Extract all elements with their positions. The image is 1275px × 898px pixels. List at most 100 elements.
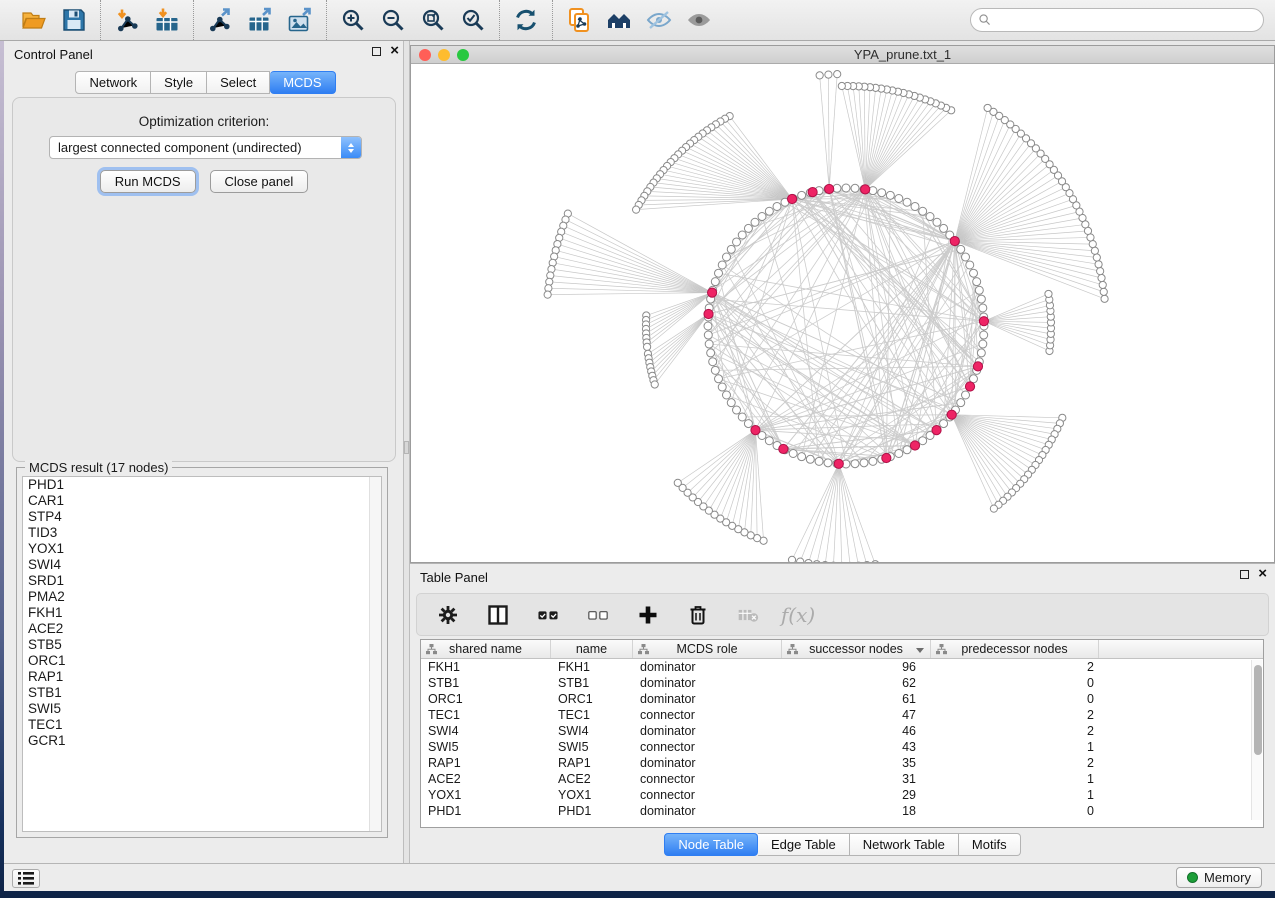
network-graph[interactable]	[411, 64, 1274, 562]
zoom-fit-button[interactable]	[413, 3, 453, 37]
zoom-in-button[interactable]	[333, 3, 373, 37]
network-window-titlebar[interactable]: YPA_prune.txt_1	[411, 46, 1274, 64]
table-row[interactable]: RAP1RAP1dominator352	[421, 755, 1263, 771]
mcds-result-group: MCDS result (17 nodes) PHD1CAR1STP4TID3Y…	[16, 467, 388, 838]
save-session-button[interactable]	[54, 3, 94, 37]
memory-button[interactable]: Memory	[1176, 867, 1262, 888]
mcds-result-item[interactable]: ACE2	[23, 621, 381, 637]
import-network-button[interactable]	[107, 3, 147, 37]
tab-network-table[interactable]: Network Table	[850, 833, 959, 856]
table-row[interactable]: ORC1ORC1dominator610	[421, 691, 1263, 707]
mcds-result-item[interactable]: CAR1	[23, 493, 381, 509]
column-header-MCDS-role[interactable]: MCDS role	[633, 640, 782, 658]
table-cell: TEC1	[421, 707, 551, 723]
search-input[interactable]	[997, 13, 1263, 28]
open-session-button[interactable]	[14, 3, 54, 37]
table-row[interactable]: FKH1FKH1dominator962	[421, 659, 1263, 675]
mcds-result-item[interactable]: SWI4	[23, 557, 381, 573]
sort-desc-icon	[916, 648, 924, 653]
table-toolbar: f(x)	[416, 593, 1269, 636]
column-header-name[interactable]: name	[551, 640, 633, 658]
table-row[interactable]: TEC1TEC1connector472	[421, 707, 1263, 723]
toolbar-group	[8, 0, 100, 40]
tab-edge-table[interactable]: Edge Table	[758, 833, 850, 856]
mcds-result-item[interactable]: TID3	[23, 525, 381, 541]
criterion-dropdown[interactable]: largest connected component (undirected)	[49, 136, 362, 159]
minimize-window-icon[interactable]	[438, 49, 450, 61]
mcds-result-item[interactable]: STP4	[23, 509, 381, 525]
mcds-result-item[interactable]: TEC1	[23, 717, 381, 733]
table-row[interactable]: SWI5SWI5connector431	[421, 739, 1263, 755]
mcds-result-item[interactable]: PMA2	[23, 589, 381, 605]
tree-icon	[638, 644, 649, 658]
float-table-panel-icon[interactable]	[1240, 570, 1249, 579]
table-row[interactable]: STB1STB1dominator620	[421, 675, 1263, 691]
network-canvas[interactable]	[411, 64, 1274, 562]
table-options-button[interactable]	[435, 603, 461, 627]
table-row[interactable]: YOX1YOX1connector291	[421, 787, 1263, 803]
close-panel-icon[interactable]: ×	[390, 46, 399, 56]
deselect-all-button[interactable]	[585, 603, 611, 627]
float-panel-icon[interactable]	[372, 47, 381, 56]
mcds-result-item[interactable]: SRD1	[23, 573, 381, 589]
create-column-button[interactable]	[635, 603, 661, 627]
run-mcds-button[interactable]: Run MCDS	[100, 170, 196, 193]
mcds-result-list[interactable]: PHD1CAR1STP4TID3YOX1SWI4SRD1PMA2FKH1ACE2…	[22, 476, 382, 832]
unchecked-pair-icon	[587, 604, 609, 626]
table-row[interactable]: PHD1PHD1dominator180	[421, 803, 1263, 819]
mcds-result-item[interactable]: STB1	[23, 685, 381, 701]
vertical-splitter[interactable]	[403, 41, 410, 863]
close-table-panel-icon[interactable]: ×	[1258, 569, 1267, 579]
mcds-result-item[interactable]: FKH1	[23, 605, 381, 621]
mcds-result-item[interactable]: SWI5	[23, 701, 381, 717]
clone-network-button[interactable]	[559, 3, 599, 37]
task-history-button[interactable]	[12, 869, 40, 888]
optimization-criterion-label: Optimization criterion:	[13, 114, 395, 129]
search-box	[970, 8, 1264, 32]
mcds-result-item[interactable]: RAP1	[23, 669, 381, 685]
show-all-button[interactable]	[679, 3, 719, 37]
list-icon	[18, 872, 34, 885]
close-window-icon[interactable]	[419, 49, 431, 61]
tab-select[interactable]: Select	[207, 71, 270, 94]
mcds-list-scrollbar[interactable]	[369, 477, 381, 831]
export-image-button[interactable]	[280, 3, 320, 37]
mcds-result-item[interactable]: STB5	[23, 637, 381, 653]
mcds-result-item[interactable]: ORC1	[23, 653, 381, 669]
close-panel-button[interactable]: Close panel	[210, 170, 309, 193]
zoom-out-button[interactable]	[373, 3, 413, 37]
splitter-grip[interactable]	[404, 441, 409, 454]
table-scrollbar-thumb[interactable]	[1254, 665, 1262, 755]
column-header-shared-name[interactable]: shared name	[421, 640, 551, 658]
zoom-in-icon	[340, 7, 366, 33]
tab-mcds[interactable]: MCDS	[270, 71, 335, 94]
tab-style[interactable]: Style	[151, 71, 207, 94]
refresh-button[interactable]	[506, 3, 546, 37]
maximize-window-icon[interactable]	[457, 49, 469, 61]
column-selector-button[interactable]	[485, 603, 511, 627]
delete-column-button[interactable]	[685, 603, 711, 627]
select-all-button[interactable]	[535, 603, 561, 627]
clone-network-icon	[566, 7, 592, 33]
tab-motifs[interactable]: Motifs	[959, 833, 1021, 856]
hide-selected-button[interactable]	[639, 3, 679, 37]
first-neighbors-button[interactable]	[599, 3, 639, 37]
tab-node-table[interactable]: Node Table	[664, 833, 758, 856]
column-header-successor-nodes[interactable]: successor nodes	[782, 640, 931, 658]
mcds-result-item[interactable]: GCR1	[23, 733, 381, 749]
table-row[interactable]: SWI4SWI4dominator462	[421, 723, 1263, 739]
table-cell: PHD1	[421, 803, 551, 819]
table-row[interactable]: ACE2ACE2connector311	[421, 771, 1263, 787]
column-header-predecessor-nodes[interactable]: predecessor nodes	[931, 640, 1099, 658]
toolbar-group	[100, 0, 193, 40]
export-table-button[interactable]	[240, 3, 280, 37]
mcds-result-item[interactable]: PHD1	[23, 477, 381, 493]
export-network-button[interactable]	[200, 3, 240, 37]
tab-network[interactable]: Network	[75, 71, 151, 94]
export-network-icon	[207, 7, 233, 33]
import-table-button[interactable]	[147, 3, 187, 37]
control-panel: Control Panel × NetworkStyleSelectMCDS O…	[4, 41, 407, 863]
mcds-result-item[interactable]: YOX1	[23, 541, 381, 557]
zoom-selected-button[interactable]	[453, 3, 493, 37]
table-scrollbar[interactable]	[1251, 660, 1262, 820]
